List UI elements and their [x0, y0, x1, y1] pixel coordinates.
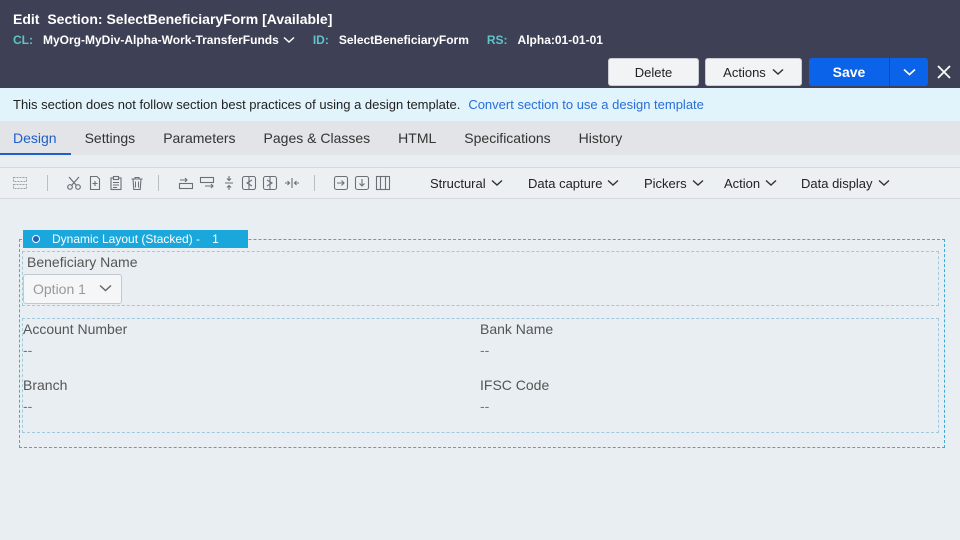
- status-badge: [Available]: [262, 11, 333, 27]
- split-row-icon[interactable]: [221, 175, 237, 191]
- chevron-down-icon[interactable]: [283, 36, 295, 44]
- account-number-label: Account Number: [23, 321, 128, 337]
- rs-label: RS:: [486, 33, 508, 47]
- id-label: ID:: [312, 33, 329, 47]
- tab-html[interactable]: HTML: [384, 121, 450, 155]
- cl-label: CL:: [13, 33, 33, 47]
- close-button[interactable]: [932, 60, 956, 84]
- delete-button[interactable]: Delete: [608, 58, 699, 86]
- tab-design[interactable]: Design: [0, 121, 71, 155]
- move-down-icon[interactable]: [354, 175, 370, 191]
- chevron-down-icon: [99, 284, 112, 292]
- pickers-menu-label: Pickers: [644, 175, 687, 191]
- data-capture-menu-label: Data capture: [528, 175, 603, 191]
- data-display-menu[interactable]: Data display: [801, 173, 890, 193]
- design-toolbar: Structural Data capture Pickers Action D…: [0, 167, 960, 199]
- actions-label: Actions: [723, 64, 766, 80]
- insert-row-icon[interactable]: [199, 175, 215, 191]
- toolbar-divider: [314, 175, 315, 191]
- add-column-right-icon[interactable]: [262, 175, 278, 191]
- chevron-down-icon: [607, 179, 619, 187]
- paste-icon[interactable]: [108, 175, 124, 191]
- branch-value: --: [23, 398, 33, 414]
- close-icon: [936, 64, 952, 80]
- convert-section-link[interactable]: Convert section to use a design template: [468, 97, 704, 112]
- tab-settings[interactable]: Settings: [71, 121, 150, 155]
- save-options-button[interactable]: [890, 58, 928, 86]
- rs-value: Alpha:01-01-01: [517, 33, 603, 47]
- toolbar-divider: [47, 175, 48, 191]
- chevron-down-icon: [692, 179, 704, 187]
- header-bar: Edit Section: SelectBeneficiaryForm [Ava…: [0, 0, 960, 88]
- move-right-icon[interactable]: [333, 175, 349, 191]
- account-number-value: --: [23, 342, 33, 358]
- banner-message: This section does not follow section bes…: [13, 97, 461, 112]
- beneficiary-row[interactable]: [22, 251, 939, 306]
- data-display-menu-label: Data display: [801, 175, 873, 191]
- layout-tag-label: Dynamic Layout (Stacked) -: [52, 232, 201, 246]
- delete-icon[interactable]: [129, 175, 145, 191]
- title-text: Section: SelectBeneficiaryForm: [47, 11, 259, 27]
- toolbar-divider: [158, 175, 159, 191]
- tab-parameters[interactable]: Parameters: [149, 121, 249, 155]
- cl-value[interactable]: MyOrg-MyDiv-Alpha-Work-TransferFunds: [43, 33, 279, 47]
- add-row-icon[interactable]: [178, 175, 194, 191]
- cut-icon[interactable]: [66, 175, 82, 191]
- title-prefix: Edit: [13, 11, 40, 27]
- dropdown-value: Option 1: [33, 281, 86, 297]
- tab-pages-classes[interactable]: Pages & Classes: [250, 121, 385, 155]
- data-capture-menu[interactable]: Data capture: [528, 173, 619, 193]
- beneficiary-name-dropdown[interactable]: Option 1: [23, 274, 122, 304]
- actions-button[interactable]: Actions: [705, 58, 802, 86]
- split-column-icon[interactable]: [284, 175, 300, 191]
- structural-menu-label: Structural: [430, 175, 486, 191]
- bank-name-label: Bank Name: [480, 321, 554, 337]
- radio-icon: [32, 235, 40, 243]
- id-value: SelectBeneficiaryForm: [338, 33, 469, 47]
- layout-tag-count: 1: [212, 232, 219, 246]
- copy-icon[interactable]: [87, 175, 103, 191]
- bank-name-value: --: [480, 342, 490, 358]
- save-button[interactable]: Save: [809, 58, 889, 86]
- ifsc-code-value: --: [480, 398, 490, 414]
- branch-label: Branch: [23, 377, 68, 393]
- chevron-down-icon: [902, 68, 916, 76]
- action-menu-label: Action: [724, 175, 761, 191]
- action-menu[interactable]: Action: [724, 173, 777, 193]
- tab-history[interactable]: History: [565, 121, 637, 155]
- pickers-menu[interactable]: Pickers: [644, 173, 704, 193]
- structural-menu[interactable]: Structural: [430, 173, 503, 193]
- chevron-down-icon: [878, 179, 890, 187]
- chevron-down-icon: [765, 179, 777, 187]
- chevron-down-icon: [491, 179, 503, 187]
- dynamic-layout-tag[interactable]: Dynamic Layout (Stacked) - 1: [23, 230, 248, 248]
- rule-title: Edit Section: SelectBeneficiaryForm [Ava…: [13, 11, 332, 27]
- beneficiary-name-label: Beneficiary Name: [27, 254, 138, 270]
- chevron-down-icon: [772, 68, 784, 76]
- add-column-left-icon[interactable]: [241, 175, 257, 191]
- columns-icon[interactable]: [375, 175, 391, 191]
- layout-settings-icon[interactable]: [12, 175, 28, 191]
- tab-bar: Design Settings Parameters Pages & Class…: [0, 121, 960, 155]
- ifsc-code-label: IFSC Code: [480, 377, 550, 393]
- guardrail-banner: This section does not follow section bes…: [0, 88, 960, 121]
- rule-metadata: CL: MyOrg-MyDiv-Alpha-Work-TransferFunds…: [13, 33, 603, 47]
- tab-specifications[interactable]: Specifications: [450, 121, 564, 155]
